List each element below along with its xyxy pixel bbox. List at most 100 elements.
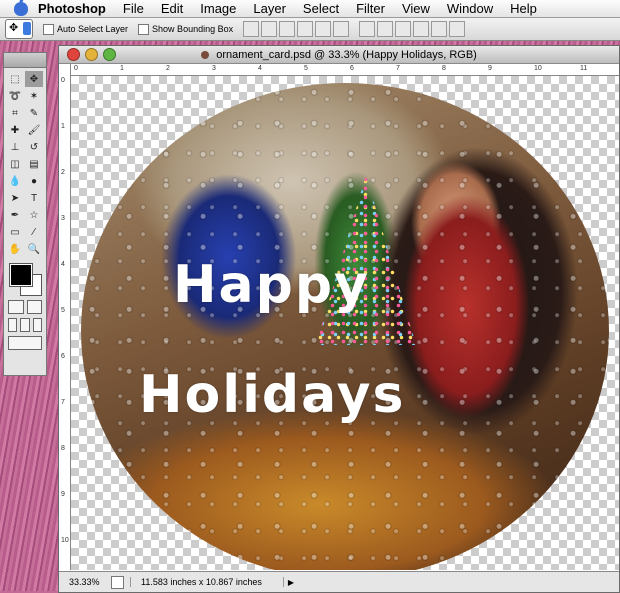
ruler-tick-label: 0 bbox=[74, 65, 78, 72]
menu-filter[interactable]: Filter bbox=[356, 1, 385, 16]
checkbox-box bbox=[43, 23, 54, 35]
ruler-tick-label: 2 bbox=[166, 65, 170, 72]
align-bottom-icon[interactable] bbox=[279, 21, 296, 37]
workgroup-icon[interactable] bbox=[111, 575, 124, 589]
document-size-info: 11.583 inches x 10.867 inches bbox=[130, 577, 284, 587]
eraser-tool-icon[interactable]: ◫ bbox=[6, 156, 24, 172]
menu-view[interactable]: View bbox=[402, 1, 430, 16]
marquee-tool-icon[interactable]: ⬚ bbox=[6, 71, 24, 87]
options-bar: ✥ Auto Select Layer Show Bounding Box bbox=[0, 18, 620, 41]
zoom-level-field[interactable]: 33.33% bbox=[59, 577, 107, 587]
menu-edit[interactable]: Edit bbox=[161, 1, 183, 16]
screen-mode-buttons bbox=[4, 316, 46, 334]
align-hcenter-icon[interactable] bbox=[315, 21, 332, 37]
eyedropper-tool-icon[interactable]: ⁄ bbox=[25, 224, 43, 240]
auto-select-layer-checkbox[interactable]: Auto Select Layer bbox=[43, 23, 129, 35]
magic-wand-tool-icon[interactable]: ✶ bbox=[25, 88, 43, 104]
horizontal-ruler[interactable]: 0 1 2 3 4 5 6 7 8 9 10 11 bbox=[71, 64, 619, 76]
status-bar: 33.33% 11.583 inches x 10.867 inches ▶ bbox=[59, 571, 619, 592]
path-selection-tool-icon[interactable]: ➤ bbox=[6, 190, 24, 206]
ornament-photo: Happy Holidays bbox=[81, 83, 609, 570]
ruler-tick-label: 4 bbox=[61, 261, 65, 268]
crop-tool-icon[interactable]: ⌗ bbox=[6, 105, 24, 121]
quick-mask-mode-icon[interactable] bbox=[26, 300, 42, 314]
align-top-icon[interactable] bbox=[243, 21, 260, 37]
history-brush-tool-icon[interactable]: ↺ bbox=[25, 139, 43, 155]
menu-select[interactable]: Select bbox=[303, 1, 339, 16]
show-bounding-box-checkbox[interactable]: Show Bounding Box bbox=[138, 23, 234, 35]
ruler-tick-label: 3 bbox=[212, 65, 216, 72]
slice-tool-icon[interactable]: ✎ bbox=[25, 105, 43, 121]
ruler-tick-label: 5 bbox=[304, 65, 308, 72]
blur-tool-icon[interactable]: 💧 bbox=[6, 173, 24, 189]
ruler-tick-label: 9 bbox=[61, 491, 65, 498]
menu-help[interactable]: Help bbox=[510, 1, 537, 16]
full-screen-menu-icon[interactable] bbox=[20, 318, 30, 332]
menu-app-photoshop[interactable]: Photoshop bbox=[38, 1, 106, 16]
zoom-window-icon[interactable] bbox=[103, 48, 116, 61]
distribute-left-icon[interactable] bbox=[413, 21, 430, 37]
gradient-tool-icon[interactable]: ▤ bbox=[25, 156, 43, 172]
zoom-tool-icon[interactable]: 🔍 bbox=[25, 241, 43, 257]
document-title-bar[interactable]: ornament_card.psd @ 33.3% (Happy Holiday… bbox=[59, 46, 619, 64]
distribute-bottom-icon[interactable] bbox=[395, 21, 412, 37]
greeting-text-line2: Holidays bbox=[139, 365, 406, 425]
full-screen-icon[interactable] bbox=[32, 318, 42, 332]
color-swatches bbox=[6, 262, 44, 296]
shape-tool-icon[interactable]: ☆ bbox=[25, 207, 43, 223]
menu-window[interactable]: Window bbox=[447, 1, 493, 16]
menu-image[interactable]: Image bbox=[200, 1, 236, 16]
align-left-icon[interactable] bbox=[297, 21, 314, 37]
ruler-tick-label: 6 bbox=[61, 353, 65, 360]
menu-file[interactable]: File bbox=[123, 1, 144, 16]
close-window-icon[interactable] bbox=[67, 48, 80, 61]
checkbox-box bbox=[138, 23, 150, 35]
clone-stamp-tool-icon[interactable]: ⊥ bbox=[6, 139, 24, 155]
ruler-tick-label: 6 bbox=[350, 65, 354, 72]
healing-brush-tool-icon[interactable]: ✚ bbox=[6, 122, 24, 138]
standard-mode-icon[interactable] bbox=[8, 300, 24, 314]
toolbox-title-bar[interactable] bbox=[4, 53, 46, 68]
status-menu-arrow-icon[interactable]: ▶ bbox=[286, 576, 296, 588]
document-proxy-icon bbox=[201, 50, 210, 59]
distribute-top-icon[interactable] bbox=[359, 21, 376, 37]
greeting-text-line1: Happy bbox=[173, 255, 370, 315]
mask-mode-buttons bbox=[4, 298, 46, 316]
tool-preset-picker[interactable]: ✥ bbox=[5, 19, 33, 39]
preset-dropdown-icon bbox=[23, 22, 31, 35]
hand-tool-icon[interactable]: ✋ bbox=[6, 241, 24, 257]
show-bounding-box-label: Show Bounding Box bbox=[152, 24, 234, 34]
imageready-icon[interactable] bbox=[8, 336, 42, 350]
move-tool-icon[interactable]: ✥ bbox=[25, 71, 43, 87]
ruler-tick-label: 11 bbox=[580, 65, 588, 72]
ruler-tick-label: 3 bbox=[61, 215, 65, 222]
distribute-hcenter-icon[interactable] bbox=[431, 21, 448, 37]
ruler-tick-label: 0 bbox=[61, 77, 65, 84]
foreground-color-swatch[interactable] bbox=[9, 263, 33, 287]
distribute-right-icon[interactable] bbox=[449, 21, 466, 37]
auto-select-layer-label: Auto Select Layer bbox=[57, 24, 129, 34]
type-tool-icon[interactable]: T bbox=[25, 190, 43, 206]
ruler-tick-label: 8 bbox=[61, 445, 65, 452]
distribute-vcenter-icon[interactable] bbox=[377, 21, 394, 37]
vertical-ruler[interactable]: 0 1 2 3 4 5 6 7 8 9 10 bbox=[59, 75, 71, 570]
align-right-icon[interactable] bbox=[333, 21, 350, 37]
dodge-tool-icon[interactable]: ● bbox=[25, 173, 43, 189]
document-window: ornament_card.psd @ 33.3% (Happy Holiday… bbox=[58, 45, 620, 593]
pen-tool-icon[interactable]: ✒ bbox=[6, 207, 24, 223]
toolbox-panel: ⬚ ✥ ➰ ✶ ⌗ ✎ ✚ 🖌 ⊥ ↺ ◫ ▤ 💧 ● ➤ T ✒ ☆ ▭ ⁄ … bbox=[3, 52, 47, 376]
menu-layer[interactable]: Layer bbox=[253, 1, 286, 16]
align-vcenter-icon[interactable] bbox=[261, 21, 278, 37]
ruler-tick-label: 1 bbox=[120, 65, 124, 72]
apple-menu-icon[interactable] bbox=[14, 1, 28, 16]
minimize-window-icon[interactable] bbox=[85, 48, 98, 61]
standard-screen-icon[interactable] bbox=[8, 318, 18, 332]
jump-to-imageready bbox=[4, 334, 46, 352]
menu-bar: Photoshop File Edit Image Layer Select F… bbox=[0, 0, 620, 18]
lasso-tool-icon[interactable]: ➰ bbox=[6, 88, 24, 104]
brush-tool-icon[interactable]: 🖌 bbox=[25, 122, 43, 138]
ruler-tick-label: 10 bbox=[61, 537, 69, 544]
document-canvas[interactable]: Happy Holidays bbox=[71, 76, 619, 570]
ruler-tick-label: 5 bbox=[61, 307, 65, 314]
notes-tool-icon[interactable]: ▭ bbox=[6, 224, 24, 240]
